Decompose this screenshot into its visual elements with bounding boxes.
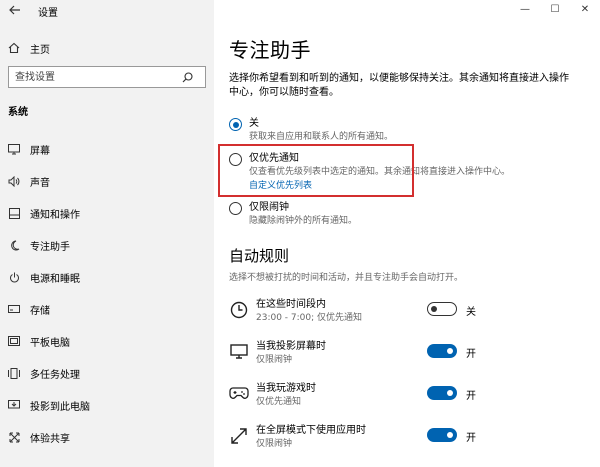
option-title: 仅限闹钟 [249, 202, 289, 213]
option-title: 关 [249, 118, 259, 129]
back-arrow-icon [9, 5, 20, 15]
fullscreen-icon [229, 426, 249, 446]
sidebar-item-label: 电源和睡眠 [30, 273, 80, 285]
auto-rules-title: 自动规则 [229, 247, 290, 265]
app-title: 设置 [38, 8, 58, 19]
toggle-playing-game[interactable] [427, 386, 457, 400]
minimize-button[interactable]: — [510, 0, 540, 18]
rule-subtitle: 仅优先通知 [256, 397, 302, 407]
toggle-state: 开 [466, 391, 476, 402]
main-panel: — ☐ ✕ 专注助手 选择你希望看到和听到的通知，以便能够保持关注。其余通知将直… [214, 0, 600, 467]
project-icon [7, 398, 21, 412]
moon-icon [7, 238, 21, 252]
sidebar-item-project[interactable]: 投影到此电脑 [0, 392, 214, 418]
search-icon[interactable] [179, 69, 195, 85]
search-box[interactable] [8, 66, 206, 88]
minimize-icon: — [520, 3, 530, 15]
multitask-icon [7, 366, 21, 380]
toggle-state: 开 [466, 433, 476, 444]
toggle-knob [447, 390, 453, 396]
option-subtitle: 隐藏除闹钟外的所有通知。 [249, 216, 358, 226]
sidebar: 设置 主页 系统 屏幕 声音 通知和操作 专注助手 电源和睡眠 存储 平板 [0, 0, 214, 467]
power-icon [7, 270, 21, 284]
radio-alarms-only[interactable] [229, 202, 242, 215]
option-off[interactable]: 关 获取来自应用和联系人的所有通知。 [229, 117, 393, 144]
radio-off[interactable] [229, 118, 242, 131]
sidebar-item-label: 存储 [30, 305, 50, 317]
toggle-duplicating-display[interactable] [427, 344, 457, 358]
sidebar-item-shared-experiences[interactable]: 体验共享 [0, 424, 214, 450]
rule-title: 当我投影屏幕时 [256, 341, 326, 352]
sidebar-item-focus-assist[interactable]: 专注助手 [0, 232, 214, 258]
search-input[interactable] [9, 67, 179, 87]
rule-fullscreen-app[interactable]: 在全屏模式下使用应用时 仅限闹钟 开 [229, 424, 585, 460]
sidebar-item-tablet[interactable]: 平板电脑 [0, 328, 214, 354]
rule-subtitle: 仅限闹钟 [256, 439, 293, 449]
toggle-during-these-times[interactable] [427, 302, 457, 316]
share-icon [7, 430, 21, 444]
rule-duplicating-display[interactable]: 当我投影屏幕时 仅限闹钟 开 [229, 340, 585, 376]
maximize-button[interactable]: ☐ [540, 0, 570, 18]
radio-dot [232, 121, 239, 128]
back-button[interactable] [6, 2, 24, 18]
sidebar-item-notifications[interactable]: 通知和操作 [0, 200, 214, 226]
tablet-icon [7, 334, 21, 348]
rule-playing-game[interactable]: 当我玩游戏时 仅优先通知 开 [229, 382, 585, 418]
auto-rules-description: 选择不想被打扰的时间和活动，并且专注助手会自动打开。 [229, 273, 464, 283]
rule-subtitle: 23:00 - 7:00; 仅优先通知 [256, 313, 363, 323]
sidebar-item-home[interactable]: 主页 [0, 35, 214, 61]
sidebar-item-label: 体验共享 [30, 433, 70, 445]
toggle-state: 关 [466, 307, 476, 318]
sidebar-item-power[interactable]: 电源和睡眠 [0, 264, 214, 290]
page-title: 专注助手 [229, 38, 311, 62]
rule-during-these-times[interactable]: 在这些时间段内 23:00 - 7:00; 仅优先通知 关 [229, 298, 585, 334]
toggle-knob [447, 432, 453, 438]
highlight-box [218, 144, 414, 197]
home-icon [7, 41, 21, 55]
sidebar-item-label: 平板电脑 [30, 337, 70, 349]
sidebar-item-label: 投影到此电脑 [30, 401, 90, 413]
display-icon [7, 142, 21, 156]
sidebar-item-label: 主页 [30, 44, 50, 56]
sidebar-item-label: 通知和操作 [30, 209, 80, 221]
option-alarms-only[interactable]: 仅限闹钟 隐藏除闹钟外的所有通知。 [229, 201, 357, 228]
sidebar-item-label: 屏幕 [30, 145, 50, 157]
rule-title: 在全屏模式下使用应用时 [256, 425, 366, 436]
sidebar-item-label: 声音 [30, 177, 50, 189]
sidebar-item-sound[interactable]: 声音 [0, 168, 214, 194]
notification-icon [7, 206, 21, 220]
monitor-icon [229, 342, 249, 362]
close-button[interactable]: ✕ [570, 0, 600, 18]
gamepad-icon [229, 384, 249, 404]
page-description: 选择你希望看到和听到的通知，以便能够保持关注。其余通知将直接进入操作中心，你可以… [229, 73, 569, 98]
rule-subtitle: 仅限闹钟 [256, 355, 293, 365]
rule-title: 当我玩游戏时 [256, 383, 316, 394]
sidebar-item-multitasking[interactable]: 多任务处理 [0, 360, 214, 386]
toggle-state: 开 [466, 349, 476, 360]
storage-icon [7, 302, 21, 316]
sidebar-item-storage[interactable]: 存储 [0, 296, 214, 322]
option-subtitle: 获取来自应用和联系人的所有通知。 [249, 132, 394, 142]
toggle-knob [431, 305, 437, 312]
toggle-knob [447, 348, 453, 354]
sidebar-section-label: 系统 [8, 107, 28, 118]
sound-icon [7, 174, 21, 188]
sidebar-item-label: 多任务处理 [30, 369, 80, 381]
clock-icon [229, 300, 249, 320]
sidebar-item-display[interactable]: 屏幕 [0, 136, 214, 162]
close-icon: ✕ [580, 3, 590, 15]
sidebar-item-label: 专注助手 [30, 241, 70, 253]
toggle-fullscreen-app[interactable] [427, 428, 457, 442]
rule-title: 在这些时间段内 [256, 299, 326, 310]
maximize-icon: ☐ [550, 3, 560, 15]
